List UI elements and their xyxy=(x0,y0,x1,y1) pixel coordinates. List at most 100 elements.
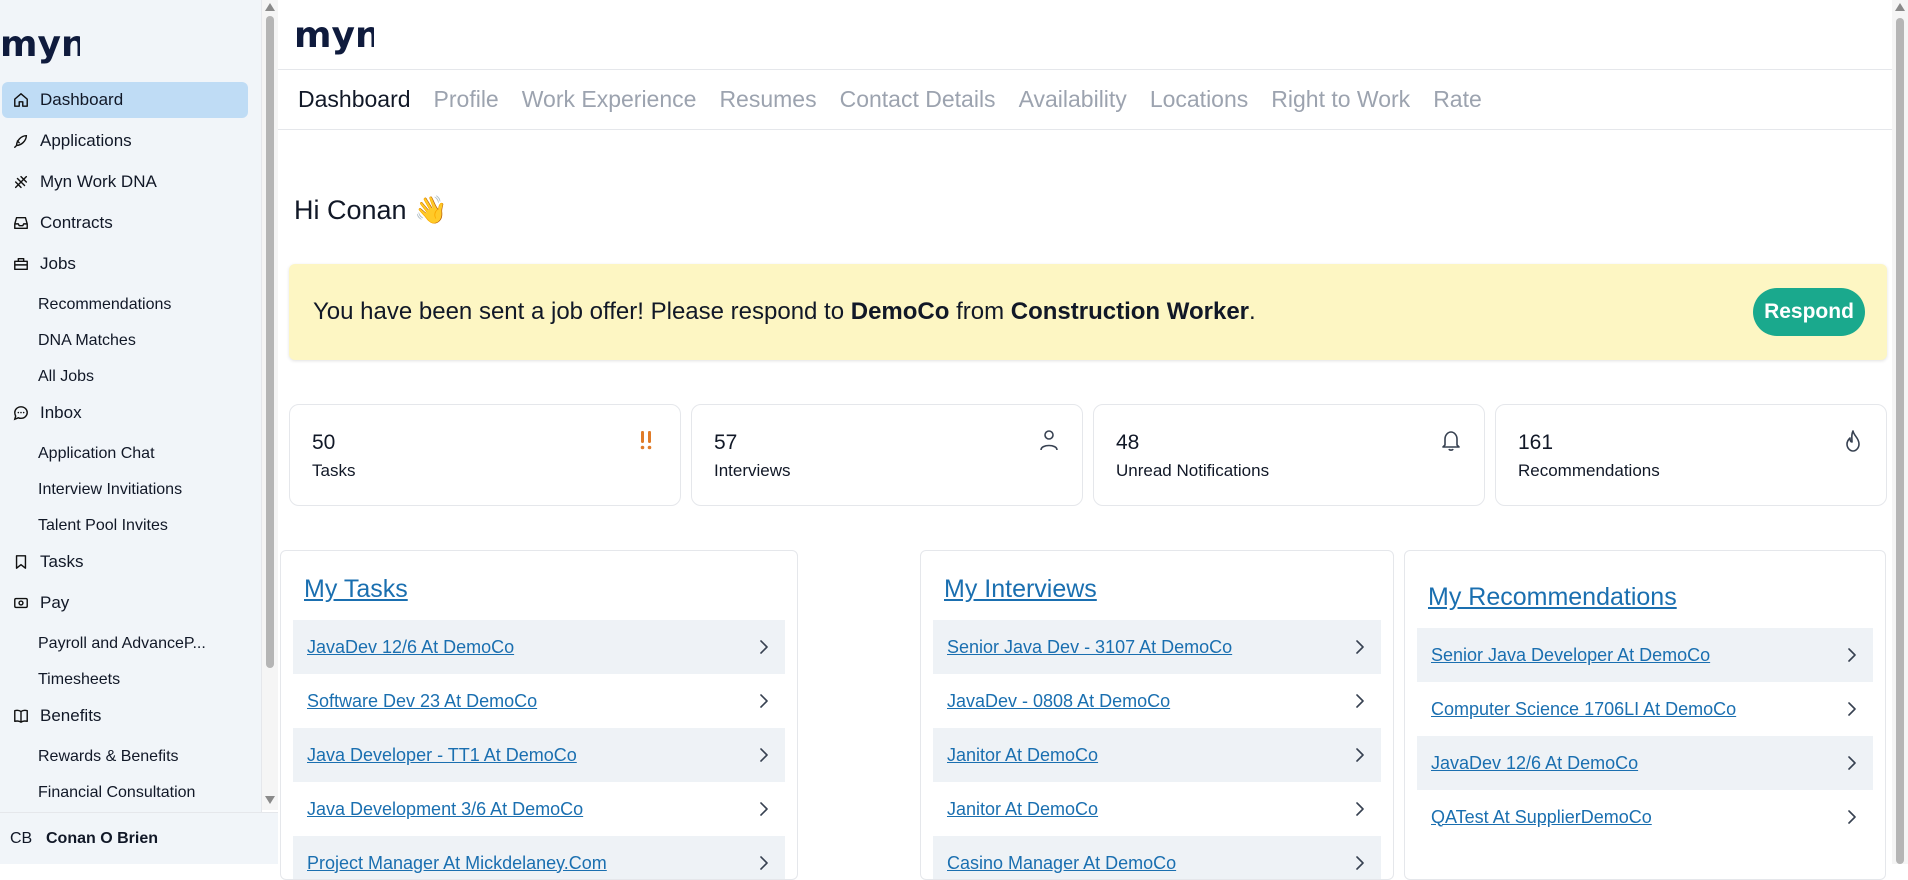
main-content: myn Dashboard Profile Work Experience Resum… xyxy=(278,0,1892,880)
job-offer-banner: You have been sent a job offer! Please r… xyxy=(289,264,1887,360)
my-interviews-title[interactable]: My Interviews xyxy=(944,575,1393,604)
sidebar-subitem-talent-pool-invites[interactable]: Talent Pool Invites xyxy=(0,508,250,544)
stat-label: Unread Notifications xyxy=(1116,461,1270,480)
stat-card-interviews[interactable]: 57 Interviews xyxy=(691,404,1083,506)
my-tasks-title[interactable]: My Tasks xyxy=(304,575,797,604)
sidebar-subitem-payroll-and-advancep[interactable]: Payroll and AdvanceP... xyxy=(0,626,250,662)
sidebar-item-label: Pay xyxy=(40,593,70,612)
list-item-link[interactable]: Senior Java Dev - 3107 At DemoCo xyxy=(947,637,1232,658)
scroll-thumb[interactable] xyxy=(1896,18,1904,864)
sidebar-subitem-timesheets[interactable]: Timesheets xyxy=(0,662,250,698)
list-item[interactable]: Java Developer - TT1 At DemoCo xyxy=(293,728,785,782)
chevron-right-icon xyxy=(1356,802,1364,816)
tab-contact-details[interactable]: Contact Details xyxy=(840,86,996,113)
banner-company: DemoCo xyxy=(850,298,950,325)
sidebar-item-label: Benefits xyxy=(40,706,102,725)
scroll-up-arrow-icon[interactable] xyxy=(1895,3,1905,11)
sidebar-item-applications[interactable]: Applications xyxy=(2,123,248,159)
tab-right-to-work[interactable]: Right to Work xyxy=(1271,86,1410,113)
my-interviews-panel: My Interviews Senior Java Dev - 3107 At … xyxy=(920,550,1394,880)
chevron-right-icon xyxy=(1848,756,1856,770)
list-item[interactable]: Casino Manager At DemoCo xyxy=(933,836,1381,879)
list-item[interactable]: Computer Science 1706LI At DemoCo xyxy=(1417,682,1873,736)
sidebar-scrollbar[interactable] xyxy=(262,0,278,810)
list-item-link[interactable]: Casino Manager At DemoCo xyxy=(947,853,1176,874)
banner-job: Construction Worker xyxy=(1010,298,1250,325)
sidebar-item-dashboard[interactable]: Dashboard xyxy=(2,82,248,118)
sidebar-item-myn-work-dna[interactable]: Myn Work DNA xyxy=(2,164,248,200)
scroll-up-arrow-icon[interactable] xyxy=(265,3,275,11)
stat-card-unread-notifications[interactable]: 48 Unread Notifications xyxy=(1093,404,1485,506)
chevron-right-icon xyxy=(1356,748,1364,762)
list-item-link[interactable]: JavaDev 12/6 At DemoCo xyxy=(307,637,514,658)
inbox-tray-icon xyxy=(12,214,30,232)
user-menu[interactable]: CB Conan O Brien xyxy=(0,812,278,864)
svg-text:myn: myn xyxy=(294,15,374,56)
stat-card-recommendations[interactable]: 161 Recommendations xyxy=(1495,404,1887,506)
tab-availability[interactable]: Availability xyxy=(1019,86,1127,113)
sidebar-item-benefits[interactable]: Benefits xyxy=(2,698,248,734)
list-item-link[interactable]: Software Dev 23 At DemoCo xyxy=(307,691,537,712)
tab-dashboard[interactable]: Dashboard xyxy=(298,86,411,113)
sidebar-item-tasks[interactable]: Tasks xyxy=(2,544,248,580)
list-item-link[interactable]: QATest At SupplierDemoCo xyxy=(1431,807,1652,828)
sidebar-item-pay[interactable]: Pay xyxy=(2,585,248,621)
sidebar-item-jobs[interactable]: Jobs xyxy=(2,246,248,282)
list-item[interactable]: JavaDev 12/6 At DemoCo xyxy=(1417,736,1873,790)
sidebar-item-label: Dashboard xyxy=(40,90,124,109)
chat-bubble-icon xyxy=(12,404,30,422)
tab-resumes[interactable]: Resumes xyxy=(719,86,816,113)
list-item[interactable]: JavaDev 12/6 At DemoCo xyxy=(293,620,785,674)
tab-work-experience[interactable]: Work Experience xyxy=(522,86,697,113)
list-item-link[interactable]: Senior Java Developer At DemoCo xyxy=(1431,645,1710,666)
list-item[interactable]: Java Development 3/6 At DemoCo xyxy=(293,782,785,836)
list-item-link[interactable]: Java Development 3/6 At DemoCo xyxy=(307,799,583,820)
sidebar-subitem-all-jobs[interactable]: All Jobs xyxy=(0,359,250,395)
list-item[interactable]: Software Dev 23 At DemoCo xyxy=(293,674,785,728)
bookmark-icon xyxy=(12,553,30,571)
list-item-link[interactable]: Computer Science 1706LI At DemoCo xyxy=(1431,699,1736,720)
home-icon xyxy=(12,91,30,109)
stat-label: Recommendations xyxy=(1518,461,1660,480)
list-item-link[interactable]: Project Manager At Mickdelaney.Com xyxy=(307,853,607,874)
stat-card-tasks[interactable]: 50 Tasks xyxy=(289,404,681,506)
list-item[interactable]: Senior Java Dev - 3107 At DemoCo xyxy=(933,620,1381,674)
tab-locations[interactable]: Locations xyxy=(1150,86,1248,113)
tab-profile[interactable]: Profile xyxy=(434,86,499,113)
list-item-link[interactable]: Janitor At DemoCo xyxy=(947,745,1098,766)
money-icon xyxy=(12,594,30,612)
my-recommendations-title[interactable]: My Recommendations xyxy=(1428,583,1885,612)
sidebar-subitem-application-chat[interactable]: Application Chat xyxy=(0,436,250,472)
stat-value: 161 xyxy=(1518,431,1554,454)
sidebar-item-contracts[interactable]: Contracts xyxy=(2,205,248,241)
respond-button[interactable]: Respond xyxy=(1753,288,1865,336)
list-item[interactable]: Janitor At DemoCo xyxy=(933,728,1381,782)
myn-logo-icon[interactable]: myn xyxy=(294,13,374,57)
list-item[interactable]: Senior Java Developer At DemoCo xyxy=(1417,628,1873,682)
chevron-right-icon xyxy=(1848,702,1856,716)
banner-text: You have been sent a job offer! Please r… xyxy=(313,298,1256,325)
list-item[interactable]: Project Manager At Mickdelaney.Com xyxy=(293,836,785,879)
list-item-link[interactable]: Janitor At DemoCo xyxy=(947,799,1098,820)
scroll-thumb[interactable] xyxy=(266,16,274,668)
user-initials: CB xyxy=(10,829,33,847)
tab-rate[interactable]: Rate xyxy=(1433,86,1482,113)
sidebar-subitem-rewards-benefits[interactable]: Rewards & Benefits xyxy=(0,739,250,775)
list-item[interactable]: JavaDev - 0808 At DemoCo xyxy=(933,674,1381,728)
chevron-right-icon xyxy=(760,640,768,654)
list-item-link[interactable]: JavaDev - 0808 At DemoCo xyxy=(947,691,1170,712)
sidebar-item-inbox[interactable]: Inbox xyxy=(2,395,248,431)
scroll-down-arrow-icon[interactable] xyxy=(265,796,275,804)
list-item-link[interactable]: JavaDev 12/6 At DemoCo xyxy=(1431,753,1638,774)
list-item[interactable]: QATest At SupplierDemoCo xyxy=(1417,790,1873,844)
user-name: Conan O Brien xyxy=(46,829,159,847)
list-item[interactable]: Janitor At DemoCo xyxy=(933,782,1381,836)
sidebar-subitem-financial-consultation[interactable]: Financial Consultation xyxy=(0,775,250,811)
chevron-right-icon xyxy=(760,694,768,708)
sidebar-logo[interactable]: myn xyxy=(0,22,87,66)
list-item-link[interactable]: Java Developer - TT1 At DemoCo xyxy=(307,745,577,766)
main-scrollbar[interactable] xyxy=(1892,0,1908,864)
sidebar-subitem-interview-invitiations[interactable]: Interview Invitiations xyxy=(0,472,250,508)
sidebar-subitem-dna-matches[interactable]: DNA Matches xyxy=(0,323,250,359)
sidebar-subitem-recommendations[interactable]: Recommendations xyxy=(0,287,250,323)
